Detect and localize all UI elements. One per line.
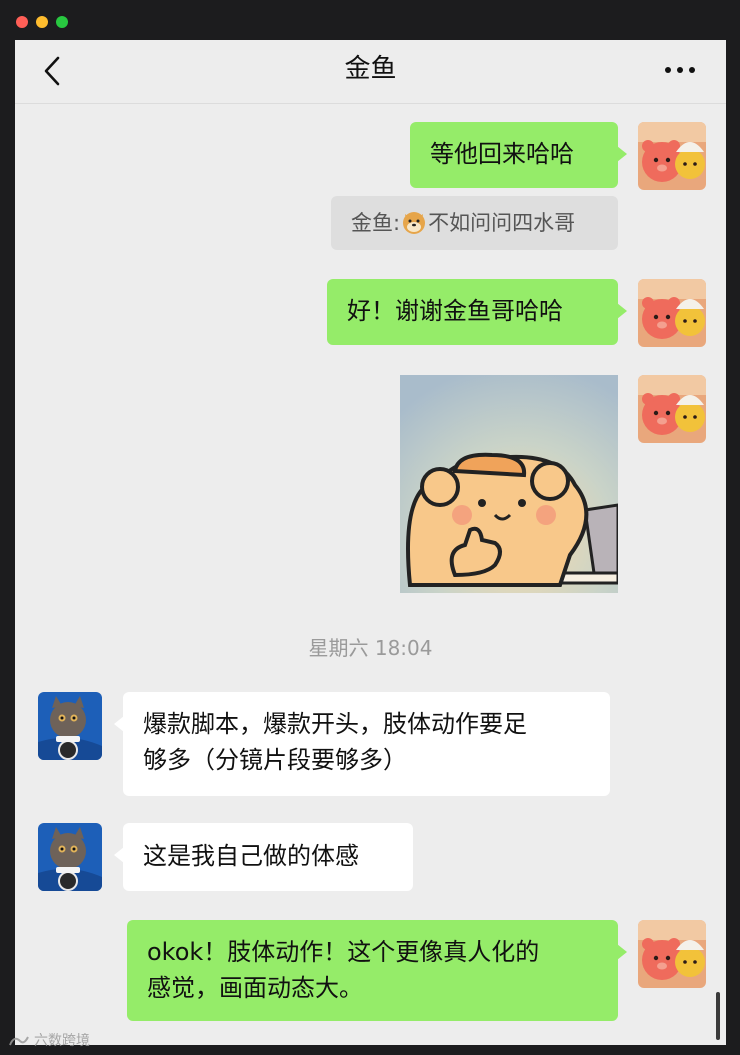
cat-oreo-avatar-icon	[38, 692, 102, 760]
my-avatar[interactable]	[638, 920, 706, 988]
message-text: 这是我自己做的体感	[143, 842, 359, 870]
chat-window: 金鱼 等他回来哈哈 金鱼: 不如问问四水哥 好！谢谢金鱼哥哈哈 星期六 18:0…	[15, 40, 726, 1045]
incoming-message-bubble[interactable]: 爆款脚本，爆款开头，肢体动作要足 够多（分镜片段要够多）	[114, 692, 610, 796]
message-text-line: 爆款脚本，爆款开头，肢体动作要足	[143, 710, 527, 738]
message-text-line: 感觉，画面动态大。	[147, 974, 363, 1002]
quoted-message[interactable]: 金鱼: 不如问问四水哥	[331, 196, 618, 250]
chat-header: 金鱼	[15, 40, 726, 104]
watermark-text: 六数跨境	[34, 1033, 90, 1049]
quote-separator: :	[393, 211, 401, 235]
two-bears-avatar-icon	[638, 920, 706, 988]
back-button[interactable]	[39, 54, 69, 88]
bear-thumbs-up-sticker-icon	[400, 375, 618, 593]
bear-laptop-sticker[interactable]	[400, 375, 618, 593]
two-bears-avatar-icon	[638, 122, 706, 190]
chevron-left-icon	[44, 56, 60, 86]
quote-text: 不如问问四水哥	[428, 211, 576, 235]
two-bears-avatar-icon	[638, 375, 706, 443]
doge-emoji-icon	[403, 212, 426, 234]
contact-avatar[interactable]	[38, 692, 102, 760]
quote-sender: 金鱼	[351, 211, 393, 235]
message-text-line: 够多（分镜片段要够多）	[143, 746, 407, 774]
message-text: 等他回来哈哈	[430, 140, 574, 168]
contact-avatar[interactable]	[38, 823, 102, 891]
incoming-message-bubble[interactable]: 这是我自己做的体感	[114, 823, 413, 891]
my-avatar[interactable]	[638, 375, 706, 443]
minimize-window-button[interactable]	[36, 16, 48, 28]
more-options-button[interactable]	[662, 58, 698, 82]
outgoing-message-bubble[interactable]: 好！谢谢金鱼哥哈哈	[327, 279, 627, 345]
outgoing-message-bubble[interactable]: 等他回来哈哈	[410, 122, 627, 188]
chat-title: 金鱼	[344, 54, 397, 84]
maximize-window-button[interactable]	[56, 16, 68, 28]
more-dots-icon	[665, 67, 695, 73]
watermark-logo-icon	[9, 1036, 29, 1046]
cat-oreo-avatar-icon	[38, 823, 102, 891]
my-avatar[interactable]	[638, 279, 706, 347]
window-titlebar	[0, 0, 740, 40]
close-window-button[interactable]	[16, 16, 28, 28]
outgoing-message-bubble[interactable]: okok！肢体动作！这个更像真人化的 感觉，画面动态大。	[127, 920, 627, 1021]
two-bears-avatar-icon	[638, 279, 706, 347]
message-text: 好！谢谢金鱼哥哈哈	[347, 297, 563, 325]
chat-scrollbar[interactable]	[716, 992, 720, 1040]
message-text-line: okok！肢体动作！这个更像真人化的	[147, 938, 540, 966]
watermark: 六数跨境	[8, 1030, 90, 1050]
my-avatar[interactable]	[638, 122, 706, 190]
message-timestamp: 星期六 18:04	[308, 636, 433, 660]
